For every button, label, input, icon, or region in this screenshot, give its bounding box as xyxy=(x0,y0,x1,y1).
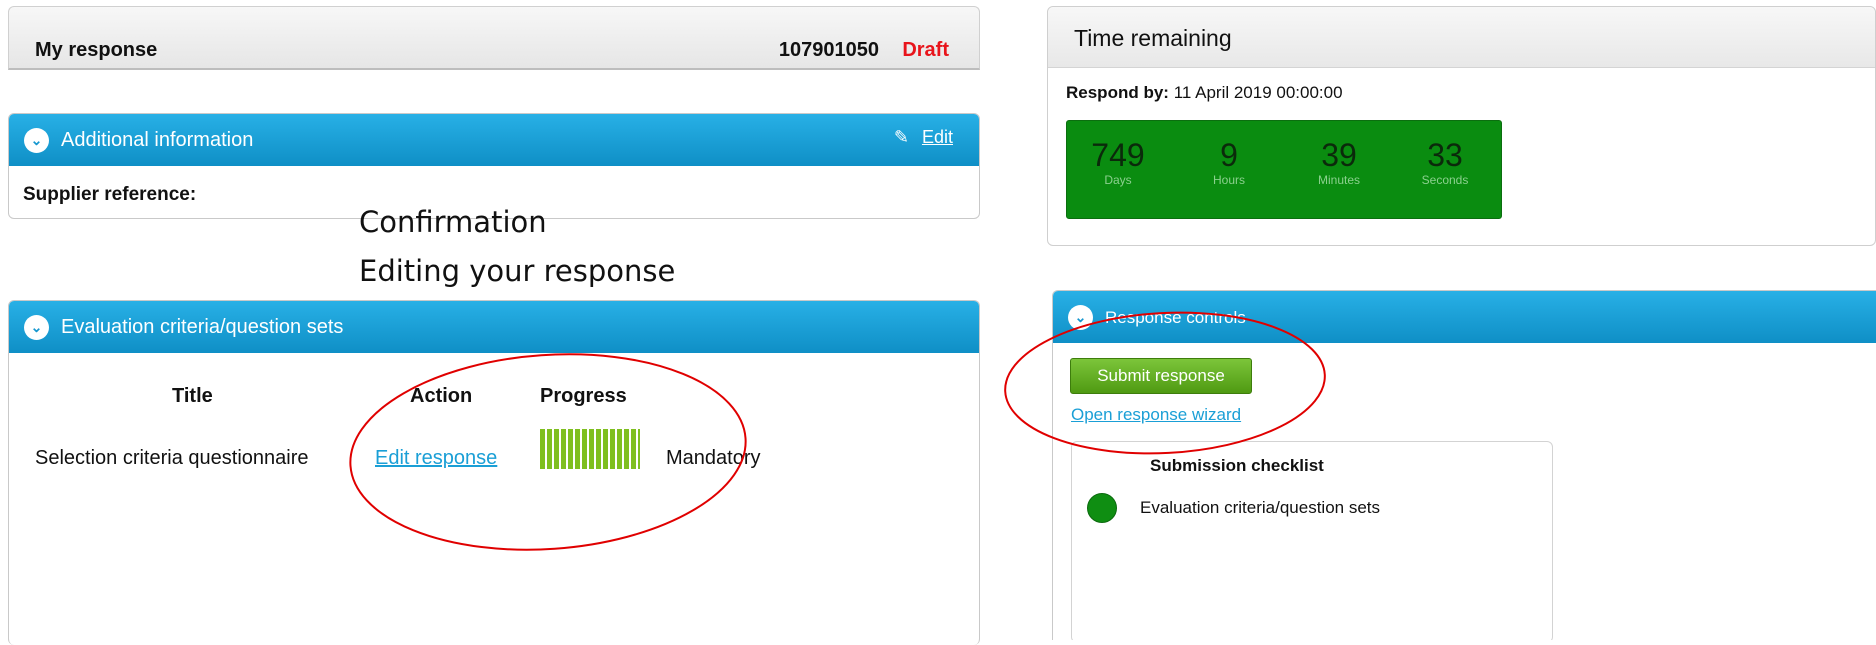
days-label: Days xyxy=(1104,173,1132,187)
evaluation-title: Evaluation criteria/question sets xyxy=(61,316,344,338)
time-remaining-panel: Time remaining Respond by: 11 April 2019… xyxy=(1047,6,1876,246)
respond-by-label: Respond by: xyxy=(1066,83,1169,102)
column-header-progress: Progress xyxy=(540,385,627,407)
collapse-chevron-icon[interactable]: ⌄ xyxy=(1068,305,1093,330)
submission-checklist: Submission checklist Evaluation criteria… xyxy=(1071,441,1553,640)
annotation-editing-response: Editing your response xyxy=(359,254,676,288)
checklist-title: Submission checklist xyxy=(1150,456,1324,475)
hours-label: Hours xyxy=(1212,173,1245,187)
time-remaining-header: Time remaining xyxy=(1048,7,1875,68)
edit-response-link[interactable]: Edit response xyxy=(375,447,497,470)
additional-info-header[interactable]: ⌄ Additional information ✎ Edit xyxy=(9,114,979,166)
seconds-label: Seconds xyxy=(1421,173,1469,187)
countdown-timer: 749 Days 9 Hours 39 Minutes 33 Seconds xyxy=(1066,120,1502,219)
my-response-header: My response 107901050 Draft xyxy=(8,6,980,70)
collapse-chevron-icon[interactable]: ⌄ xyxy=(24,315,49,340)
minutes-label: Minutes xyxy=(1317,173,1361,187)
respond-by-value: 11 April 2019 00:00:00 xyxy=(1173,83,1343,102)
days-value: 749 xyxy=(1091,137,1145,173)
evaluation-panel: ⌄ Evaluation criteria/question sets Titl… xyxy=(8,300,980,645)
supplier-reference-label: Supplier reference: xyxy=(23,184,197,205)
countdown-days: 749 Days xyxy=(1073,139,1163,187)
hours-value: 9 xyxy=(1220,137,1238,173)
seconds-value: 33 xyxy=(1427,137,1463,173)
column-header-action: Action xyxy=(410,385,473,407)
annotation-confirmation: Confirmation xyxy=(359,205,547,239)
submit-response-button[interactable]: Submit response xyxy=(1070,358,1252,394)
row-title: Selection criteria questionnaire xyxy=(35,447,309,469)
response-number: 107901050 xyxy=(778,39,879,61)
open-response-wizard-link[interactable]: Open response wizard xyxy=(1071,405,1241,425)
status-complete-icon xyxy=(1087,493,1117,523)
my-response-title: My response xyxy=(35,39,158,61)
checklist-item: Evaluation criteria/question sets xyxy=(1140,498,1381,517)
status-badge: Draft xyxy=(902,39,949,61)
mandatory-label: Mandatory xyxy=(666,447,761,469)
countdown-minutes: 39 Minutes xyxy=(1294,139,1384,187)
response-controls-header[interactable]: ⌄ Response controls xyxy=(1053,291,1876,343)
response-controls-panel: ⌄ Response controls Submit response Open… xyxy=(1052,290,1876,640)
additional-info-panel: ⌄ Additional information ✎ Edit Supplier… xyxy=(8,113,980,219)
response-controls-title: Response controls xyxy=(1105,308,1246,327)
respond-by: Respond by: 11 April 2019 00:00:00 xyxy=(1066,83,1343,103)
countdown-seconds: 33 Seconds xyxy=(1400,139,1490,187)
collapse-chevron-icon[interactable]: ⌄ xyxy=(24,128,49,153)
countdown-hours: 9 Hours xyxy=(1184,139,1274,187)
minutes-value: 39 xyxy=(1321,137,1357,173)
edit-link[interactable]: Edit xyxy=(922,127,953,147)
additional-info-title: Additional information xyxy=(61,129,254,151)
evaluation-header[interactable]: ⌄ Evaluation criteria/question sets xyxy=(9,301,979,353)
time-remaining-title: Time remaining xyxy=(1074,25,1232,51)
progress-bar xyxy=(540,429,640,469)
edit-group[interactable]: ✎ Edit xyxy=(894,127,953,148)
pencil-icon: ✎ xyxy=(893,127,909,147)
column-header-title: Title xyxy=(172,385,213,407)
